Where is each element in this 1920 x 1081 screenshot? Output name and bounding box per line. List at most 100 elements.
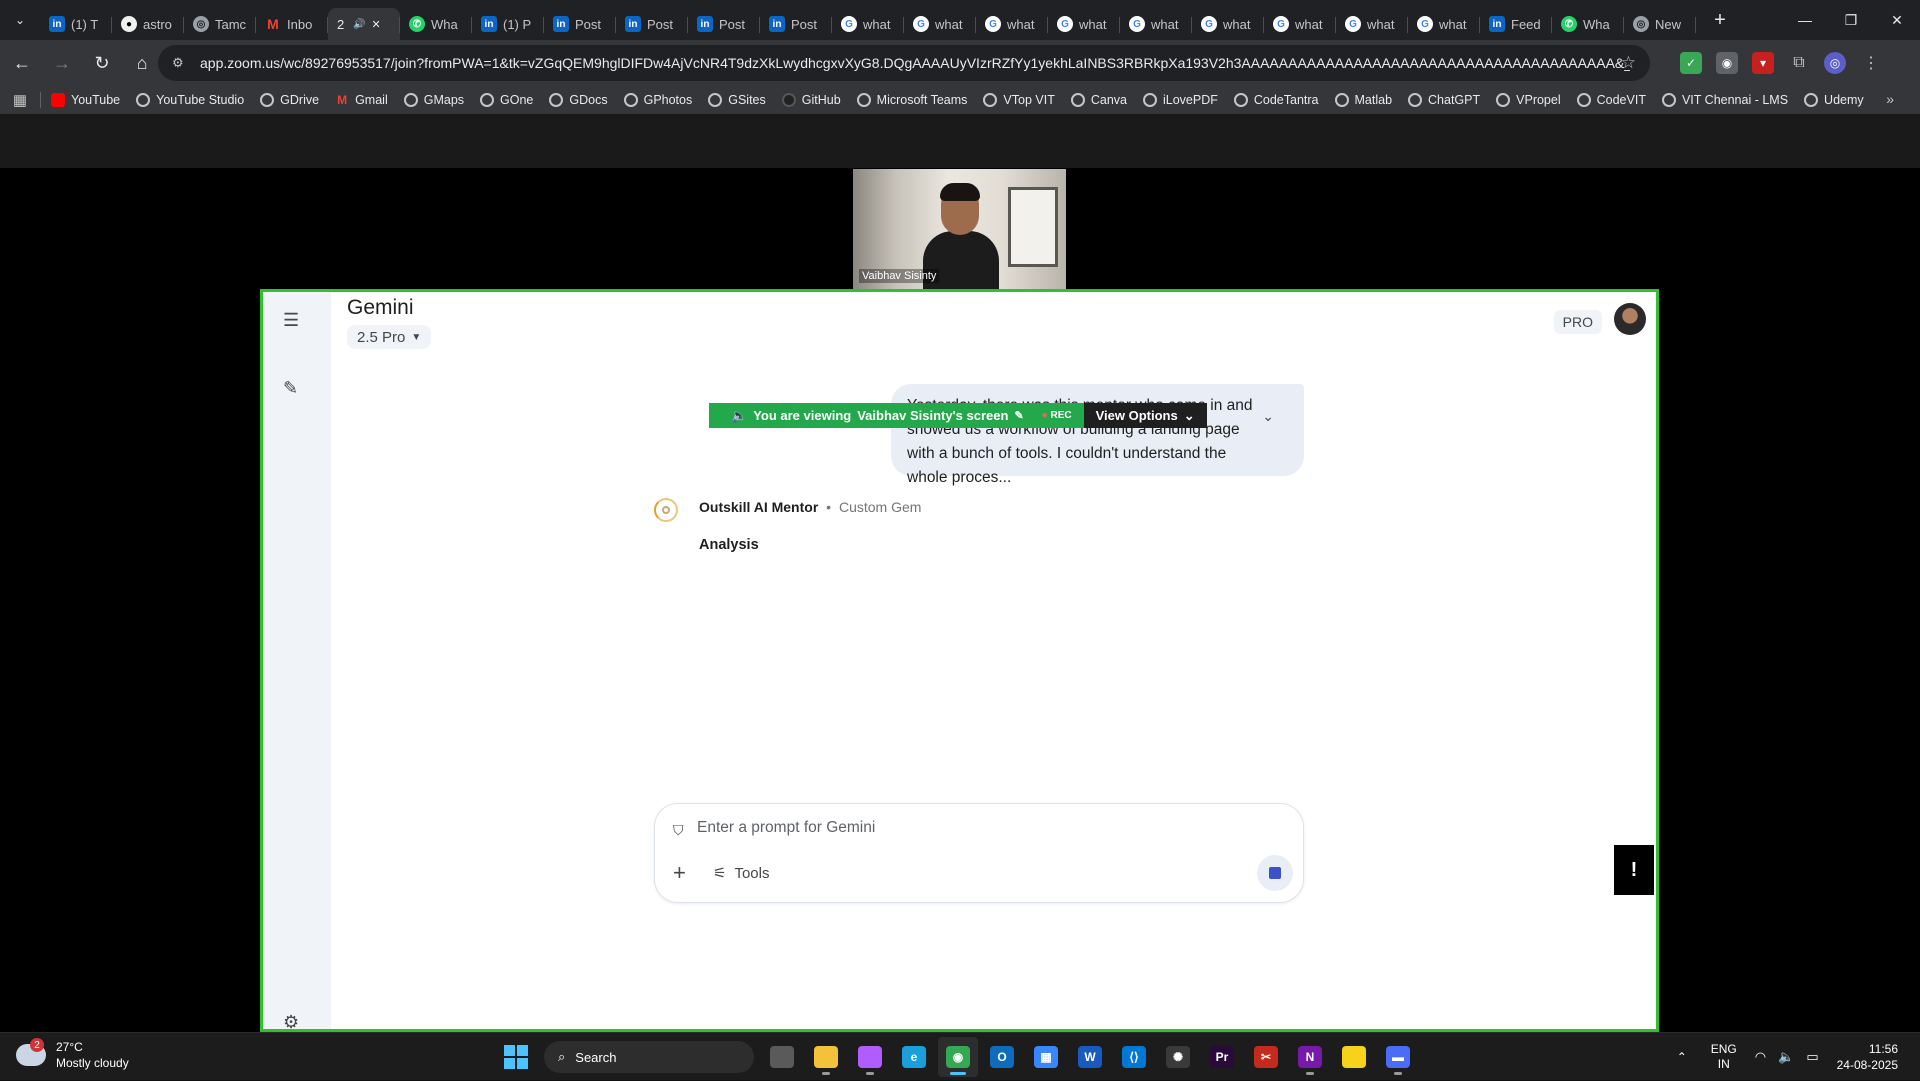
browser-tab[interactable]: ✆ Wha (400, 8, 472, 40)
browser-tab[interactable]: Gwhat (1048, 8, 1120, 40)
bookmark-item[interactable]: GMaps (403, 93, 464, 107)
weather-widget[interactable]: 2 27°C Mostly cloudy (16, 1038, 129, 1071)
browser-tab[interactable]: Gwhat (1192, 8, 1264, 40)
camera-extension-icon[interactable]: ◉ (1716, 52, 1738, 74)
browser-tab[interactable]: in Post (760, 8, 832, 40)
bookmark-item[interactable]: GPhotos (623, 93, 692, 107)
bookmark-item[interactable]: GDrive (260, 93, 319, 107)
browser-tab[interactable]: Gwhat (1264, 8, 1336, 40)
browser-tab[interactable]: Gwhat (976, 8, 1048, 40)
reload-button[interactable]: ↻ (84, 45, 120, 81)
browser-tab[interactable]: ✆ Wha (1552, 8, 1624, 40)
browser-tab[interactable]: 2 🔊 ✕ (328, 8, 400, 40)
bookmark-item[interactable]: GitHub (781, 93, 841, 107)
forward-button[interactable]: → (44, 45, 80, 81)
browser-tab[interactable]: in (1) T (40, 8, 112, 40)
premiere-app[interactable]: Pr (1202, 1037, 1242, 1077)
new-chat-icon[interactable]: ✎ (283, 378, 298, 399)
audio-playing-icon[interactable]: 🔊 (353, 19, 365, 30)
word-app[interactable]: W (1070, 1037, 1110, 1077)
bookmark-item[interactable]: YouTube (51, 93, 120, 107)
zoom-app[interactable]: ▬ (1378, 1037, 1418, 1077)
tools-button[interactable]: ⚟ Tools (713, 864, 769, 883)
copilot-app[interactable] (850, 1037, 890, 1077)
store-app[interactable]: ▦ (1026, 1037, 1066, 1077)
apps-grid-icon[interactable]: ▦ (0, 91, 40, 109)
menu-icon[interactable]: ☰ (283, 310, 299, 331)
address-bar[interactable]: ⚙ app.zoom.us/wc/89276953517/join?fromPW… (158, 45, 1650, 81)
edge-app[interactable]: e (894, 1037, 934, 1077)
bookmark-item[interactable]: VIT Chennai - LMS (1661, 93, 1788, 107)
url-text[interactable]: app.zoom.us/wc/89276953517/join?fromPWA=… (200, 55, 1630, 71)
taskbar-search[interactable]: ⌕ Search (544, 1041, 754, 1073)
close-tab-icon[interactable]: ✕ (371, 18, 380, 31)
language-indicator[interactable]: ENG IN (1711, 1042, 1737, 1072)
pocket-extension-icon[interactable]: ▾ (1752, 52, 1774, 74)
bookmark-item[interactable]: VPropel (1496, 93, 1561, 107)
chrome-app[interactable]: ◉ (938, 1037, 978, 1077)
chrome-menu-icon[interactable]: ⋮ (1860, 52, 1882, 74)
bookmark-item[interactable]: GSites (708, 93, 766, 107)
browser-tab[interactable]: Gwhat (1336, 8, 1408, 40)
browser-tab[interactable]: Gwhat (1408, 8, 1480, 40)
add-attachment-icon[interactable]: + (673, 860, 686, 886)
bookmark-item[interactable]: iLovePDF (1142, 93, 1218, 107)
onenote-app[interactable]: N (1290, 1037, 1330, 1077)
view-options-button[interactable]: View Options ⌄ (1083, 403, 1207, 428)
extensions-puzzle-icon[interactable]: ⧉ (1788, 52, 1810, 74)
sticky-notes-app[interactable] (1334, 1037, 1374, 1077)
bookmark-star-icon[interactable]: ☆ (1621, 53, 1636, 73)
file-explorer-app[interactable] (806, 1037, 846, 1077)
more-bookmarks-icon[interactable]: » (1886, 91, 1894, 107)
bookmark-item[interactable]: ChatGPT (1408, 93, 1480, 107)
snipping-app[interactable]: ✂ (1246, 1037, 1286, 1077)
outlook-app[interactable]: O (982, 1037, 1022, 1077)
browser-tab[interactable]: in Post (616, 8, 688, 40)
browser-tab[interactable]: M Inbo (256, 8, 328, 40)
bookmark-item[interactable]: YouTube Studio (136, 93, 244, 107)
back-button[interactable]: ← (4, 45, 40, 81)
feedback-icon[interactable]: ! (1614, 845, 1654, 895)
browser-tab[interactable]: ◎ New (1624, 8, 1696, 40)
user-avatar[interactable] (1614, 303, 1646, 335)
bookmark-item[interactable]: Canva (1070, 93, 1127, 107)
bookmark-item[interactable]: CodeVIT (1576, 93, 1646, 107)
show-hidden-icons-icon[interactable]: ⌃ (1677, 1050, 1687, 1064)
vscode-app[interactable]: ⟨⟩ (1114, 1037, 1154, 1077)
browser-tab[interactable]: Gwhat (1120, 8, 1192, 40)
bookmark-item[interactable]: CodeTantra (1233, 93, 1319, 107)
minimize-button[interactable]: — (1782, 0, 1828, 40)
openai-app[interactable]: ✺ (1158, 1037, 1198, 1077)
browser-tab[interactable]: in Post (688, 8, 760, 40)
bookmark-item[interactable]: Udemy (1804, 93, 1864, 107)
browser-tab[interactable]: ◎ Tamc (184, 8, 256, 40)
close-window-button[interactable]: ✕ (1874, 0, 1920, 40)
browser-tab[interactable]: in Feed (1480, 8, 1552, 40)
tab-search-button[interactable]: ⌄ (0, 0, 40, 40)
restore-button[interactable]: ❐ (1828, 0, 1874, 40)
start-button[interactable] (496, 1037, 536, 1077)
bookmark-item[interactable]: Matlab (1334, 93, 1392, 107)
participant-video-tile[interactable]: Vaibhav Sisinty (853, 169, 1066, 289)
model-selector[interactable]: 2.5 Pro ▼ (347, 325, 432, 349)
prompt-input[interactable] (695, 818, 1255, 838)
browser-tab[interactable]: ● astro (112, 8, 184, 40)
settings-icon[interactable]: ⚙ (283, 1012, 299, 1029)
browser-tab[interactable]: Gwhat (904, 8, 976, 40)
browser-tab[interactable]: in Post (544, 8, 616, 40)
stop-generation-button[interactable] (1257, 855, 1293, 891)
bookmark-item[interactable]: GOne (480, 93, 533, 107)
quick-settings[interactable]: ◠ 🔈 ▭ (1755, 1049, 1819, 1065)
new-tab-button[interactable]: + (1704, 4, 1736, 36)
task-view-app[interactable] (762, 1037, 802, 1077)
home-button[interactable]: ⌂ (124, 45, 160, 81)
profile-avatar[interactable]: ◎ (1824, 52, 1846, 74)
browser-tab[interactable]: Gwhat (832, 8, 904, 40)
bookmark-item[interactable]: Microsoft Teams (856, 93, 967, 107)
clock[interactable]: 11:56 24-08-2025 (1837, 1041, 1898, 1073)
browser-tab[interactable]: in (1) P (472, 8, 544, 40)
bookmark-item[interactable]: GDocs (549, 93, 608, 107)
expand-chevron-icon[interactable]: ⌄ (1262, 404, 1274, 428)
bookmark-item[interactable]: VTop VIT (983, 93, 1055, 107)
site-info-icon[interactable]: ⚙ (172, 55, 190, 71)
